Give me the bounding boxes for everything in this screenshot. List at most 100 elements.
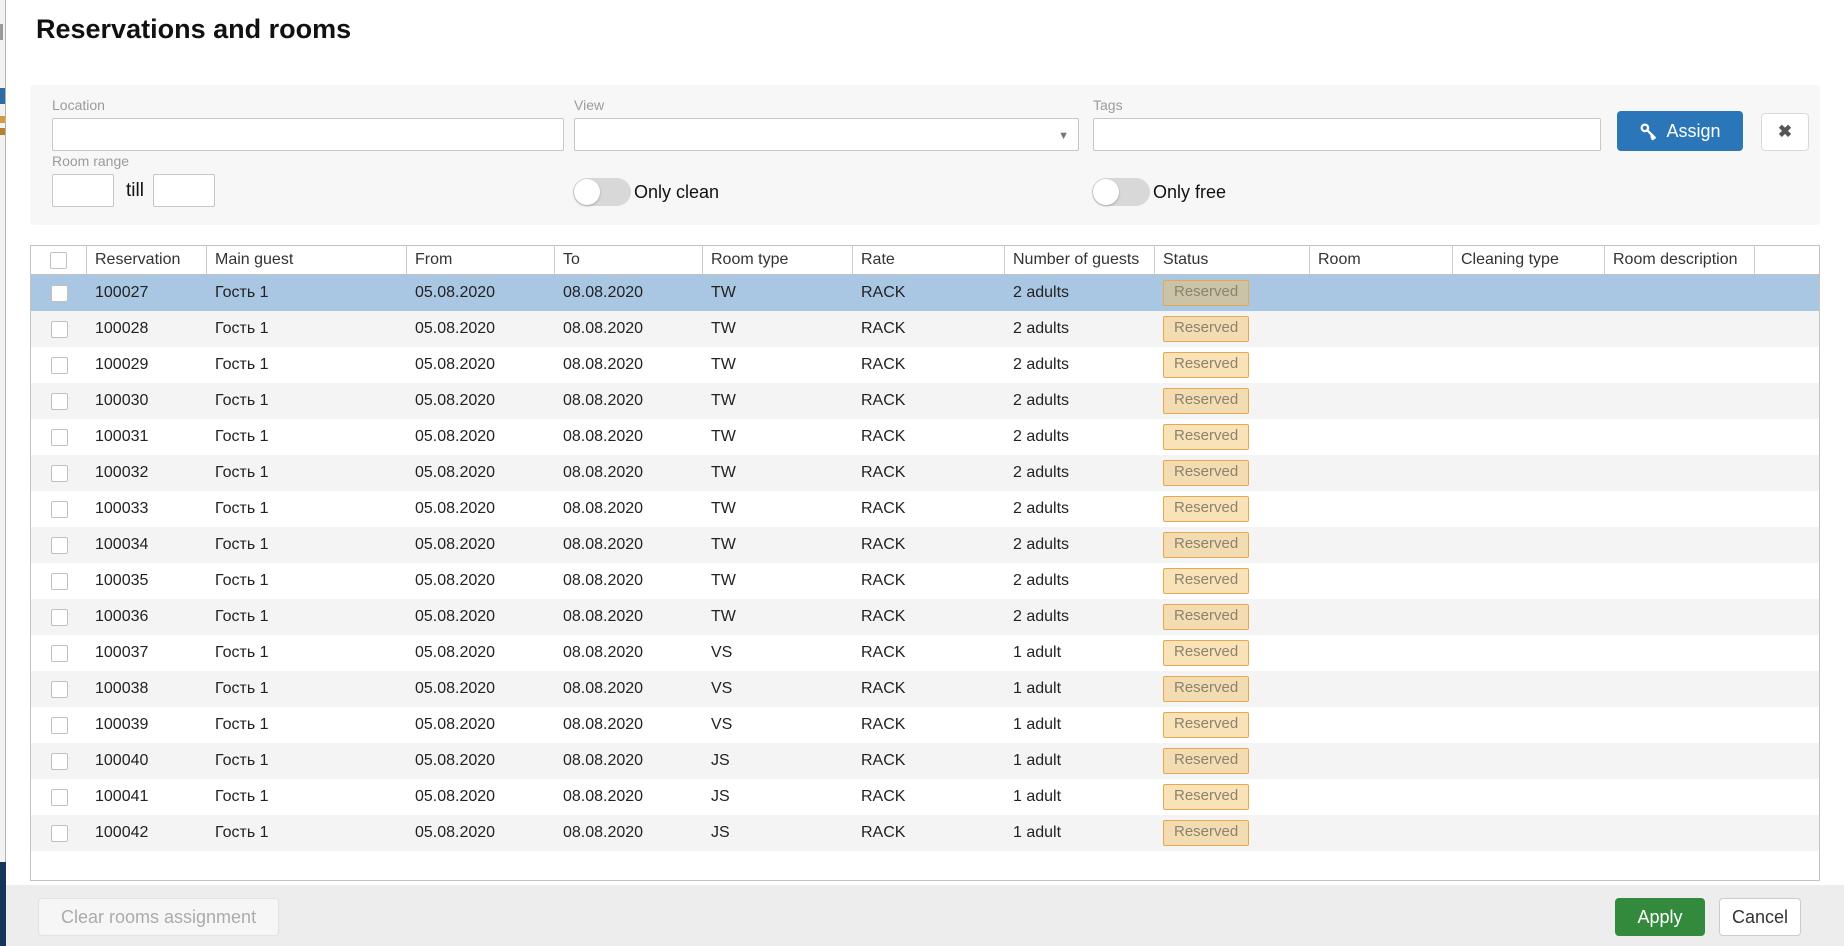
clear-filters-button[interactable]: ✖ (1761, 113, 1809, 151)
row-checkbox[interactable] (51, 753, 68, 770)
cell-reservation: 100038 (87, 680, 207, 698)
cell-status: Reserved (1155, 424, 1310, 450)
cancel-button[interactable]: Cancel (1719, 898, 1801, 936)
cell-from: 05.08.2020 (407, 464, 555, 482)
status-badge: Reserved (1163, 604, 1249, 630)
table-row[interactable]: 100039 Гость 1 05.08.2020 08.08.2020 VS … (31, 707, 1819, 743)
cell-number-of-guests: 2 adults (1005, 428, 1155, 446)
room-range-filter: Room range till (52, 153, 215, 207)
row-checkbox[interactable] (51, 465, 68, 482)
cell-number-of-guests: 2 adults (1005, 608, 1155, 626)
cell-from: 05.08.2020 (407, 608, 555, 626)
cell-room-type: VS (703, 680, 853, 698)
column-header-main-guest[interactable]: Main guest (207, 246, 407, 274)
column-header-reservation[interactable]: Reservation (87, 246, 207, 274)
row-checkbox[interactable] (51, 789, 68, 806)
clear-rooms-assignment-button[interactable]: Clear rooms assignment (38, 898, 279, 936)
row-checkbox[interactable] (51, 285, 68, 302)
status-badge: Reserved (1163, 280, 1249, 306)
cell-status: Reserved (1155, 352, 1310, 378)
status-badge: Reserved (1163, 496, 1249, 522)
reservations-dialog: Reservations and rooms Location View ▼ T… (6, 0, 1844, 946)
row-checkbox[interactable] (51, 393, 68, 410)
status-badge: Reserved (1163, 568, 1249, 594)
assign-button[interactable]: Assign (1617, 111, 1743, 151)
table-row[interactable]: 100038 Гость 1 05.08.2020 08.08.2020 VS … (31, 671, 1819, 707)
cell-status: Reserved (1155, 496, 1310, 522)
table-row[interactable]: 100027 Гость 1 05.08.2020 08.08.2020 TW … (31, 275, 1819, 311)
view-label: View (574, 97, 1079, 113)
only-clean-toggle[interactable] (573, 178, 631, 206)
column-header-cleaning-type[interactable]: Cleaning type (1453, 246, 1605, 274)
cell-reservation: 100028 (87, 320, 207, 338)
row-checkbox[interactable] (51, 645, 68, 662)
table-row[interactable]: 100037 Гость 1 05.08.2020 08.08.2020 VS … (31, 635, 1819, 671)
column-header-room[interactable]: Room (1310, 246, 1453, 274)
cell-number-of-guests: 1 adult (1005, 752, 1155, 770)
room-range-from-input[interactable] (52, 174, 114, 207)
row-checkbox[interactable] (51, 321, 68, 338)
filter-panel: Location View ▼ Tags Assign ✖ (30, 85, 1820, 225)
table-row[interactable]: 100035 Гость 1 05.08.2020 08.08.2020 TW … (31, 563, 1819, 599)
status-badge: Reserved (1163, 316, 1249, 342)
cell-reservation: 100041 (87, 788, 207, 806)
table-row[interactable]: 100029 Гость 1 05.08.2020 08.08.2020 TW … (31, 347, 1819, 383)
status-badge: Reserved (1163, 388, 1249, 414)
row-checkbox[interactable] (51, 501, 68, 518)
table-row[interactable]: 100042 Гость 1 05.08.2020 08.08.2020 JS … (31, 815, 1819, 851)
cell-status: Reserved (1155, 820, 1310, 846)
table-row[interactable]: 100028 Гость 1 05.08.2020 08.08.2020 TW … (31, 311, 1819, 347)
status-badge: Reserved (1163, 640, 1249, 666)
apply-button[interactable]: Apply (1615, 898, 1705, 936)
view-select[interactable] (574, 118, 1079, 151)
cell-to: 08.08.2020 (555, 392, 703, 410)
table-row[interactable]: 100036 Гость 1 05.08.2020 08.08.2020 TW … (31, 599, 1819, 635)
row-checkbox[interactable] (51, 681, 68, 698)
cell-to: 08.08.2020 (555, 716, 703, 734)
cell-to: 08.08.2020 (555, 752, 703, 770)
row-checkbox[interactable] (51, 357, 68, 374)
cell-status: Reserved (1155, 460, 1310, 486)
table-row[interactable]: 100030 Гость 1 05.08.2020 08.08.2020 TW … (31, 383, 1819, 419)
cell-from: 05.08.2020 (407, 428, 555, 446)
column-header-number-of-guests[interactable]: Number of guests (1005, 246, 1155, 274)
cell-status: Reserved (1155, 280, 1310, 306)
select-all-checkbox[interactable] (50, 252, 67, 269)
cell-room-type: TW (703, 572, 853, 590)
column-header-to[interactable]: To (555, 246, 703, 274)
cell-number-of-guests: 1 adult (1005, 680, 1155, 698)
cell-number-of-guests: 2 adults (1005, 500, 1155, 518)
cell-to: 08.08.2020 (555, 536, 703, 554)
cell-reservation: 100042 (87, 824, 207, 842)
row-checkbox[interactable] (51, 429, 68, 446)
table-row[interactable]: 100032 Гость 1 05.08.2020 08.08.2020 TW … (31, 455, 1819, 491)
column-header-rate[interactable]: Rate (853, 246, 1005, 274)
room-range-till-input[interactable] (153, 174, 215, 207)
row-checkbox[interactable] (51, 717, 68, 734)
tags-input[interactable] (1093, 118, 1601, 151)
row-checkbox[interactable] (51, 825, 68, 842)
cell-room-type: JS (703, 752, 853, 770)
cell-number-of-guests: 1 adult (1005, 716, 1155, 734)
table-row[interactable]: 100041 Гость 1 05.08.2020 08.08.2020 JS … (31, 779, 1819, 815)
column-header-room-description[interactable]: Room description (1605, 246, 1755, 274)
only-free-toggle[interactable] (1092, 178, 1150, 206)
table-row[interactable]: 100031 Гость 1 05.08.2020 08.08.2020 TW … (31, 419, 1819, 455)
column-header-from[interactable]: From (407, 246, 555, 274)
status-badge: Reserved (1163, 712, 1249, 738)
location-input[interactable] (52, 118, 564, 151)
table-body: 100027 Гость 1 05.08.2020 08.08.2020 TW … (31, 275, 1819, 851)
table-row[interactable]: 100033 Гость 1 05.08.2020 08.08.2020 TW … (31, 491, 1819, 527)
column-header-status[interactable]: Status (1155, 246, 1310, 274)
cell-number-of-guests: 2 adults (1005, 320, 1155, 338)
row-checkbox[interactable] (51, 537, 68, 554)
row-checkbox[interactable] (51, 609, 68, 626)
row-checkbox[interactable] (51, 573, 68, 590)
cell-main-guest: Гость 1 (207, 500, 407, 518)
table-row[interactable]: 100040 Гость 1 05.08.2020 08.08.2020 JS … (31, 743, 1819, 779)
cell-main-guest: Гость 1 (207, 464, 407, 482)
cell-reservation: 100031 (87, 428, 207, 446)
table-row[interactable]: 100034 Гость 1 05.08.2020 08.08.2020 TW … (31, 527, 1819, 563)
column-header-room-type[interactable]: Room type (703, 246, 853, 274)
only-clean-toggle-group: Only clean (573, 178, 719, 206)
